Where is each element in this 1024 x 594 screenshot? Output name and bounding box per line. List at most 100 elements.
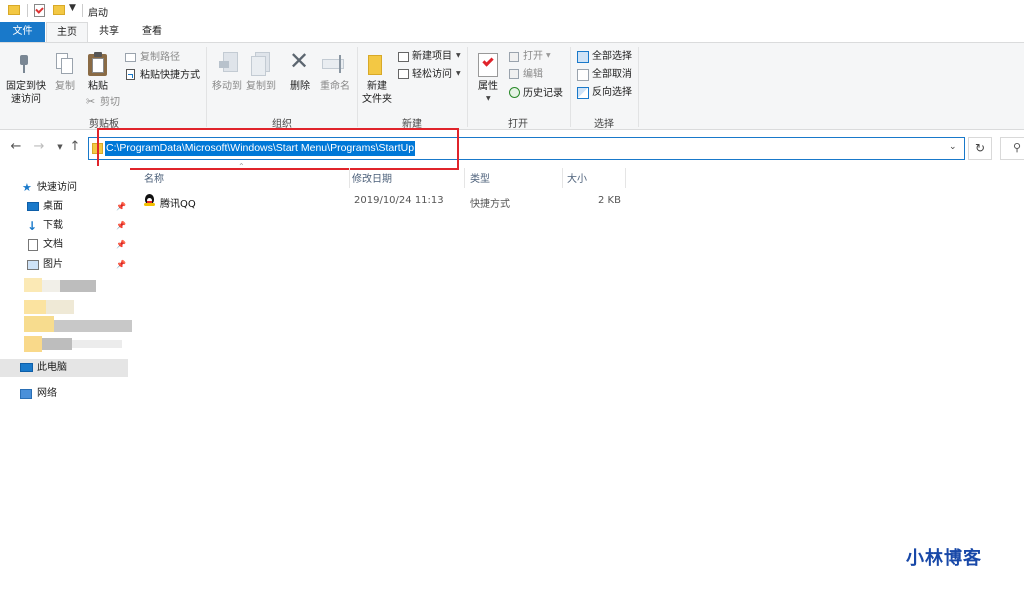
copy-path-button[interactable]: 复制路径 <box>140 51 180 64</box>
pin-icon: 📌 <box>116 240 126 249</box>
desktop-icon <box>27 202 39 211</box>
new-folder-icon <box>368 55 382 75</box>
chevron-down-icon[interactable]: ⌄ <box>949 142 957 152</box>
rename-icon <box>322 55 348 73</box>
nav-this-pc[interactable]: 此电脑 <box>0 359 128 377</box>
properties-icon <box>478 53 498 77</box>
column-separator[interactable] <box>464 168 465 188</box>
nav-this-pc-label: 此电脑 <box>37 362 67 373</box>
network-icon <box>20 389 32 399</box>
history-button[interactable]: 历史记录 <box>523 87 563 100</box>
search-input[interactable]: ⚲ <box>1000 137 1024 160</box>
blurred-region <box>22 274 132 354</box>
copy-to-button[interactable]: 复制到 <box>244 80 278 93</box>
nav-downloads-label: 下载 <box>43 220 63 231</box>
properties-button[interactable]: 属性 <box>474 80 502 93</box>
highlight-box <box>97 128 459 170</box>
column-separator[interactable] <box>349 168 350 188</box>
open-group-label: 打开 <box>508 119 528 130</box>
qq-penguin-icon <box>144 194 155 207</box>
file-type: 快捷方式 <box>470 199 510 210</box>
group-separator <box>570 47 571 127</box>
column-header-modified[interactable]: 修改日期 <box>352 170 392 185</box>
column-header-size[interactable]: 大小 <box>567 170 587 185</box>
nav-network-label: 网络 <box>37 388 57 399</box>
pin-icon: 📌 <box>116 202 126 211</box>
separator <box>82 4 83 17</box>
folder-icon <box>8 5 20 15</box>
group-separator <box>467 47 468 127</box>
nav-pictures[interactable]: 图片 📌 <box>0 256 128 274</box>
recent-dropdown-icon[interactable]: ▼ <box>52 143 68 151</box>
move-to-button[interactable]: 移动到 <box>210 80 244 93</box>
tab-file[interactable]: 文件 <box>0 22 45 42</box>
group-separator <box>206 47 207 127</box>
delete-icon: ✕ <box>289 47 310 75</box>
nav-desktop-label: 桌面 <box>43 201 63 212</box>
history-icon <box>509 87 520 98</box>
document-icon <box>28 239 38 251</box>
customize-dropdown-icon[interactable]: ▼ <box>69 3 76 13</box>
new-item-button[interactable]: 新建项目 <box>412 50 452 63</box>
rename-button[interactable]: 重命名 <box>318 80 352 93</box>
paste-icon <box>88 52 108 76</box>
edit-button[interactable]: 编辑 <box>523 68 543 81</box>
nav-quick-access-label: 快速访问 <box>37 182 77 193</box>
refresh-icon[interactable]: ↻ <box>968 137 992 160</box>
pin-quick-access-button[interactable]: 固定到快 速访问 <box>3 80 49 106</box>
column-header-type[interactable]: 类型 <box>470 170 490 185</box>
open-icon <box>509 52 519 62</box>
file-list: ⌃ 名称 修改日期 类型 大小 腾讯QQ 2019/10/24 11:13 快捷… <box>130 162 1024 594</box>
properties-quick-icon[interactable] <box>34 4 45 17</box>
tab-view[interactable]: 查看 <box>131 22 173 42</box>
search-icon: ⚲ <box>1013 141 1022 154</box>
file-size: 2 KB <box>598 195 621 206</box>
column-separator[interactable] <box>625 168 626 188</box>
pin-icon: 📌 <box>116 260 126 269</box>
select-group-label: 选择 <box>594 119 614 130</box>
group-separator <box>638 47 639 127</box>
nav-downloads[interactable]: ↓ 下载 📌 <box>0 217 128 235</box>
watermark-text: 小林博客 <box>906 548 982 569</box>
separator <box>27 4 28 17</box>
new-item-icon <box>398 52 409 62</box>
copy-button[interactable]: 复制 <box>52 80 78 93</box>
tab-home[interactable]: 主页 <box>46 22 88 42</box>
column-header-name[interactable]: 名称 <box>144 170 164 185</box>
cut-button[interactable]: 剪切 <box>100 96 120 109</box>
ribbon: 固定到快 速访问 复制 粘贴 复制路径 粘贴快捷方式 ✂ 剪切 剪贴板 移动到 … <box>0 42 1024 130</box>
edit-icon <box>509 69 519 79</box>
new-folder-quick-icon[interactable] <box>53 5 65 15</box>
picture-icon <box>27 260 39 270</box>
file-name[interactable]: 腾讯QQ <box>160 195 196 210</box>
select-all-button[interactable]: 全部选择 <box>592 50 632 63</box>
nav-documents-label: 文档 <box>43 239 63 250</box>
up-arrow-icon[interactable]: ↑ <box>67 139 83 154</box>
nav-quick-access[interactable]: ★ 快速访问 <box>0 179 128 197</box>
paste-button[interactable]: 粘贴 <box>84 80 112 93</box>
column-separator[interactable] <box>562 168 563 188</box>
window-title: 启动 <box>88 8 108 19</box>
select-none-button[interactable]: 全部取消 <box>592 68 632 81</box>
invert-selection-button[interactable]: 反向选择 <box>592 86 632 99</box>
easy-access-button[interactable]: 轻松访问 <box>412 68 452 81</box>
paste-shortcut-button[interactable]: 粘贴快捷方式 <box>140 69 200 82</box>
new-folder-button[interactable]: 新建 文件夹 <box>360 80 394 106</box>
tab-share[interactable]: 共享 <box>89 22 129 42</box>
computer-icon <box>20 363 33 372</box>
select-none-icon <box>577 69 589 81</box>
nav-documents[interactable]: 文档 📌 <box>0 236 128 254</box>
chevron-down-icon: ▼ <box>456 70 461 77</box>
nav-desktop[interactable]: 桌面 📌 <box>0 198 128 216</box>
forward-arrow-icon[interactable]: → <box>31 139 47 154</box>
pin-icon: 📌 <box>116 221 126 230</box>
copy-to-icon <box>251 52 271 76</box>
delete-button[interactable]: 删除 <box>287 80 313 93</box>
chevron-down-icon: ▼ <box>456 52 461 59</box>
nav-network[interactable]: 网络 <box>0 385 128 403</box>
file-modified: 2019/10/24 11:13 <box>354 195 444 206</box>
invert-selection-icon <box>577 87 589 99</box>
sort-arrow-icon: ⌃ <box>238 162 245 171</box>
open-button[interactable]: 打开 <box>523 50 543 63</box>
back-arrow-icon[interactable]: ← <box>8 139 24 154</box>
